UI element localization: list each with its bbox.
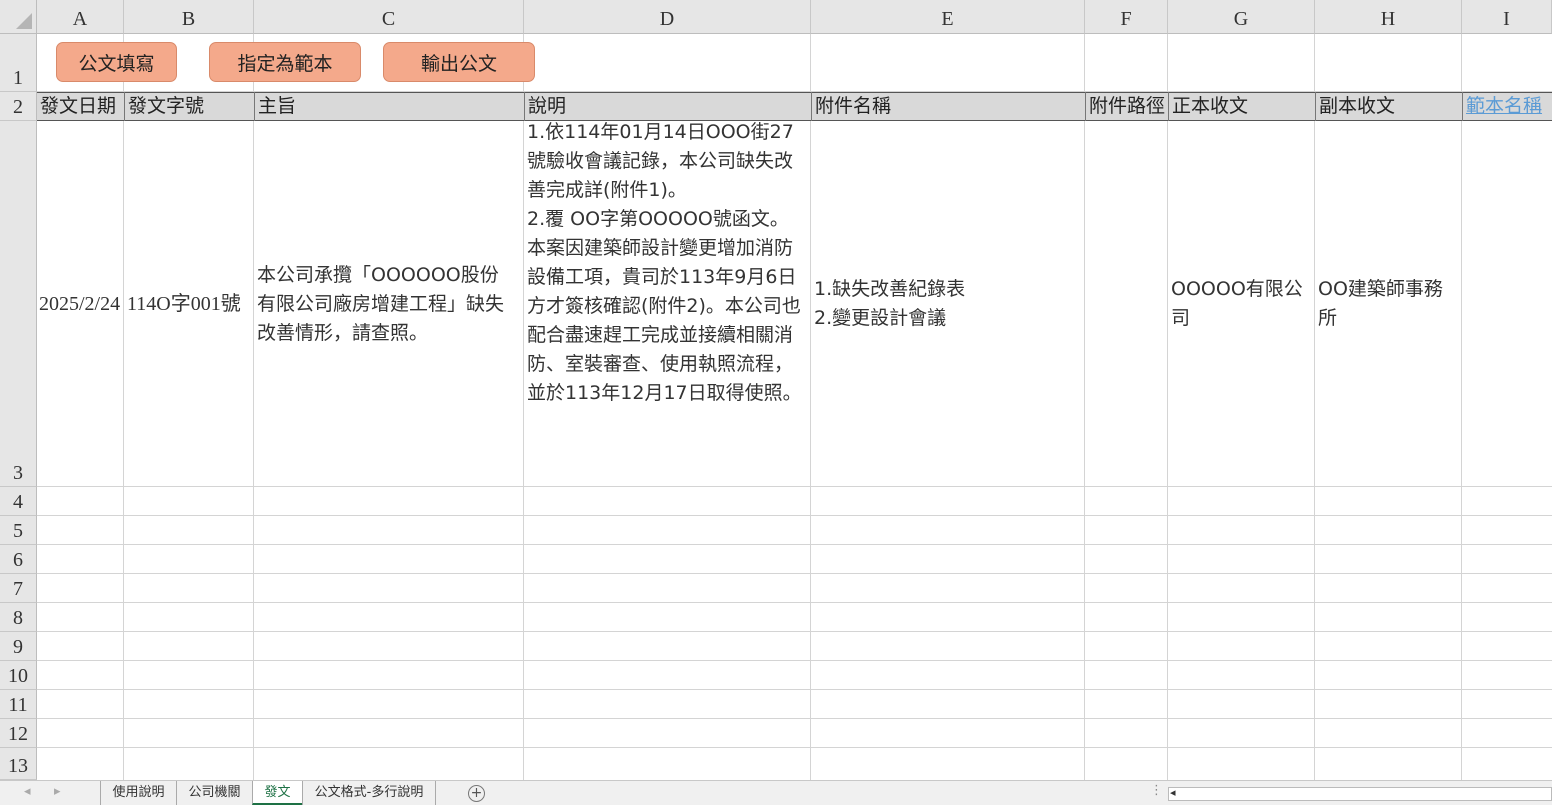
cell-attachments[interactable]: 1.缺失改善紀錄表 2.變更設計會議	[814, 122, 1082, 486]
header-attachments[interactable]: 附件名稱	[811, 92, 1085, 121]
header-template-name-link[interactable]: 範本名稱	[1462, 92, 1552, 121]
horizontal-scrollbar[interactable]	[1168, 787, 1552, 801]
row-header-2[interactable]: 2	[0, 92, 37, 121]
column-header-e[interactable]: E	[811, 0, 1085, 34]
column-header-h[interactable]: H	[1315, 0, 1462, 34]
export-document-button[interactable]: 輸出公文	[383, 42, 535, 82]
gridline	[37, 544, 1552, 545]
row-header-5[interactable]: 5	[0, 516, 37, 545]
cell-template-name[interactable]	[1465, 122, 1550, 486]
cell-subject[interactable]: 本公司承攬「OOOOOO股份有限公司廠房增建工程」缺失改善情形，請查照。	[257, 122, 515, 486]
select-all-corner[interactable]	[0, 0, 37, 34]
sheet-tab-multiline-format[interactable]: 公文格式-多行說明	[302, 781, 436, 805]
add-sheet-icon[interactable]: +	[468, 785, 485, 802]
sheet-tab-dispatch[interactable]: 發文	[252, 781, 302, 805]
gridline	[1314, 34, 1315, 780]
cell-main-recipient[interactable]: OOOOO有限公司	[1171, 122, 1311, 486]
sheet-tab-instructions[interactable]: 使用說明	[100, 781, 176, 805]
header-doc-no[interactable]: 發文字號	[124, 92, 254, 121]
column-header-d[interactable]: D	[524, 0, 811, 34]
gridline	[1167, 34, 1168, 780]
gridline	[37, 718, 1552, 719]
gridline	[37, 515, 1552, 516]
row-header-1[interactable]: 1	[0, 34, 37, 92]
header-subject[interactable]: 主旨	[254, 92, 524, 121]
row-header-7[interactable]: 7	[0, 574, 37, 603]
gridline	[37, 747, 1552, 748]
set-template-button[interactable]: 指定為範本	[209, 42, 361, 82]
row-header-9[interactable]: 9	[0, 632, 37, 661]
gridline	[37, 689, 1552, 690]
header-attachment-path[interactable]: 附件路徑	[1085, 92, 1168, 121]
gridline	[1461, 34, 1462, 780]
header-date[interactable]: 發文日期	[37, 92, 124, 121]
select-all-triangle-icon	[16, 13, 32, 29]
cell-doc-no[interactable]: 114O字001號	[127, 122, 254, 486]
scroll-left-icon[interactable]: ◂	[1170, 786, 1176, 799]
row-header-13[interactable]: 13	[0, 748, 37, 780]
gridline	[523, 34, 524, 780]
column-header-g[interactable]: G	[1168, 0, 1315, 34]
row-header-12[interactable]: 12	[0, 719, 37, 748]
tab-split-handle-icon[interactable]: ⋮	[1150, 783, 1163, 798]
column-header-c[interactable]: C	[254, 0, 524, 34]
header-description[interactable]: 說明	[524, 92, 811, 121]
row-header-8[interactable]: 8	[0, 603, 37, 632]
row-header-11[interactable]: 11	[0, 690, 37, 719]
gridline	[37, 486, 1552, 487]
sheet-tab-agencies[interactable]: 公司機關	[176, 781, 252, 805]
cell-date[interactable]: 2025/2/24	[39, 122, 124, 486]
next-sheet-icon[interactable]: ▸	[54, 784, 61, 799]
header-cc-recipient[interactable]: 副本收文	[1315, 92, 1462, 121]
gridline	[37, 660, 1552, 661]
fill-document-button[interactable]: 公文填寫	[56, 42, 177, 82]
gridline	[1084, 34, 1085, 780]
gridline	[37, 602, 1552, 603]
gridline	[810, 34, 811, 780]
prev-sheet-icon[interactable]: ◂	[24, 784, 31, 799]
cell-attachment-path[interactable]	[1088, 122, 1166, 486]
row-header-10[interactable]: 10	[0, 661, 37, 690]
cell-description[interactable]: 1.依114年01月14日OOO街27號驗收會議記錄，本公司缺失改善完成詳(附件…	[527, 118, 807, 484]
column-header-b[interactable]: B	[124, 0, 254, 34]
column-header-i[interactable]: I	[1462, 0, 1552, 34]
column-header-f[interactable]: F	[1085, 0, 1168, 34]
row-header-3[interactable]: 3	[0, 121, 37, 487]
column-header-a[interactable]: A	[37, 0, 124, 34]
header-main-recipient[interactable]: 正本收文	[1168, 92, 1315, 121]
gridline	[37, 573, 1552, 574]
row-header-6[interactable]: 6	[0, 545, 37, 574]
row-header-4[interactable]: 4	[0, 487, 37, 516]
cell-cc-recipient[interactable]: OO建築師事務所	[1318, 122, 1458, 486]
gridline	[37, 631, 1552, 632]
